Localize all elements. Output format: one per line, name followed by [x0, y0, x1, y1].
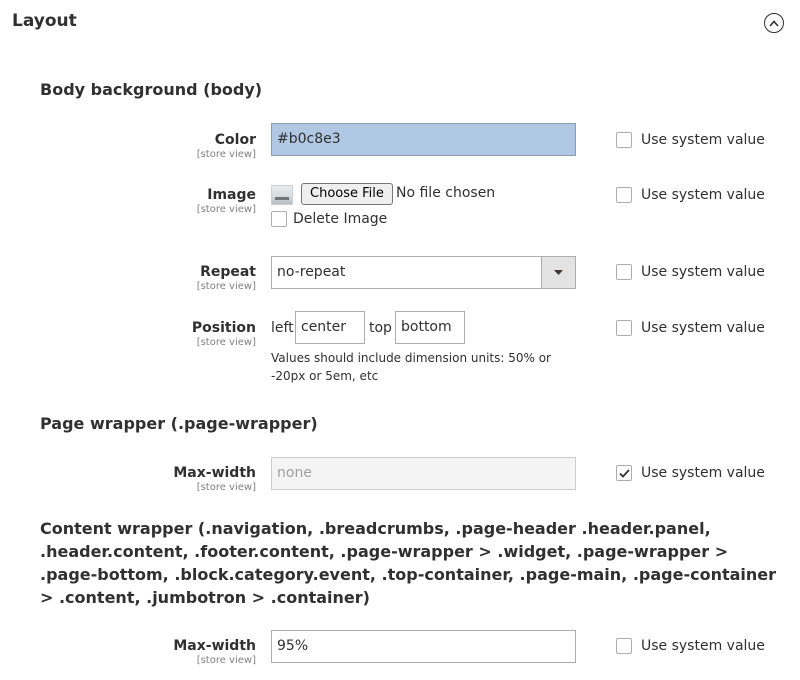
- use-system-checkbox[interactable]: [616, 638, 632, 654]
- field-label-max-width: Max-width [store view]: [56, 638, 256, 666]
- use-system-label: Use system value: [641, 638, 765, 654]
- caret-down-icon[interactable]: [541, 257, 575, 288]
- field-label-repeat: Repeat [store view]: [56, 264, 256, 292]
- position-top-label: top: [369, 320, 392, 336]
- scope-label: [store view]: [196, 655, 256, 666]
- label-text: Image: [207, 187, 256, 203]
- delete-image-option[interactable]: Delete Image: [271, 211, 387, 227]
- layout-config-page: Layout Body background (body) Color [sto…: [0, 0, 800, 680]
- field-row-image: Image [store view] Choose File No file c…: [0, 183, 800, 233]
- scope-label: [store view]: [196, 482, 256, 493]
- scope-label: [store view]: [196, 149, 256, 160]
- use-system-page-max-width[interactable]: Use system value: [616, 465, 765, 481]
- color-input[interactable]: #b0c8e3: [271, 123, 576, 156]
- field-label-image: Image [store view]: [56, 187, 256, 215]
- delete-image-checkbox[interactable]: [271, 211, 287, 227]
- use-system-label: Use system value: [641, 264, 765, 280]
- field-label-max-width: Max-width [store view]: [56, 465, 256, 493]
- page-max-width-input[interactable]: none: [271, 457, 576, 490]
- label-text: Color: [214, 132, 256, 148]
- position-left-label: left: [271, 320, 294, 336]
- use-system-checkbox[interactable]: [616, 320, 632, 336]
- field-label-position: Position [store view]: [56, 320, 256, 348]
- field-row-color: Color [store view] #b0c8e3 Use system va…: [0, 123, 800, 160]
- use-system-checkbox[interactable]: [616, 132, 632, 148]
- use-system-label: Use system value: [641, 320, 765, 336]
- use-system-label: Use system value: [641, 465, 765, 481]
- use-system-checkbox-checked[interactable]: [616, 465, 632, 481]
- use-system-content-max-width[interactable]: Use system value: [616, 638, 765, 654]
- field-label-color: Color [store view]: [56, 132, 256, 160]
- field-row-repeat: Repeat [store view] no-repeat Use system…: [0, 256, 800, 292]
- content-max-width-input[interactable]: 95%: [271, 630, 576, 663]
- group-title-content-wrapper: Content wrapper (.navigation, .breadcrum…: [40, 519, 777, 607]
- no-file-text: No file chosen: [396, 185, 496, 201]
- field-row-page-max-width: Max-width [store view] none Use system v…: [0, 457, 800, 493]
- scope-label: [store view]: [196, 281, 256, 292]
- use-system-label: Use system value: [641, 132, 765, 148]
- image-thumbnail[interactable]: [271, 185, 293, 205]
- use-system-repeat[interactable]: Use system value: [616, 264, 765, 280]
- label-text: Repeat: [200, 264, 256, 280]
- scope-label: [store view]: [196, 337, 256, 348]
- repeat-select[interactable]: no-repeat: [271, 256, 576, 289]
- group-title-body-background: Body background (body): [40, 80, 263, 99]
- repeat-select-value: no-repeat: [277, 264, 346, 280]
- chevron-up-circle-icon[interactable]: [764, 13, 784, 33]
- use-system-color[interactable]: Use system value: [616, 132, 765, 148]
- scope-label: [store view]: [196, 204, 256, 215]
- label-text: Position: [191, 320, 256, 336]
- delete-image-label: Delete Image: [293, 211, 388, 227]
- field-row-position: Position [store view] left center top bo…: [0, 311, 800, 383]
- section-header[interactable]: Layout: [0, 0, 800, 44]
- position-left-input[interactable]: center: [295, 311, 365, 344]
- use-system-image[interactable]: Use system value: [616, 187, 765, 203]
- position-top-input[interactable]: bottom: [395, 311, 465, 344]
- label-text: Max-width: [173, 465, 256, 481]
- group-title-page-wrapper: Page wrapper (.page-wrapper): [40, 414, 318, 433]
- use-system-position[interactable]: Use system value: [616, 320, 765, 336]
- label-text: Max-width: [173, 638, 256, 654]
- field-row-content-max-width: Max-width [store view] 95% Use system va…: [0, 630, 800, 666]
- use-system-checkbox[interactable]: [616, 187, 632, 203]
- use-system-label: Use system value: [641, 187, 765, 203]
- choose-file-button[interactable]: Choose File: [301, 183, 393, 205]
- position-note: Values should include dimension units: 5…: [271, 351, 551, 383]
- section-title: Layout: [12, 11, 77, 31]
- use-system-checkbox[interactable]: [616, 264, 632, 280]
